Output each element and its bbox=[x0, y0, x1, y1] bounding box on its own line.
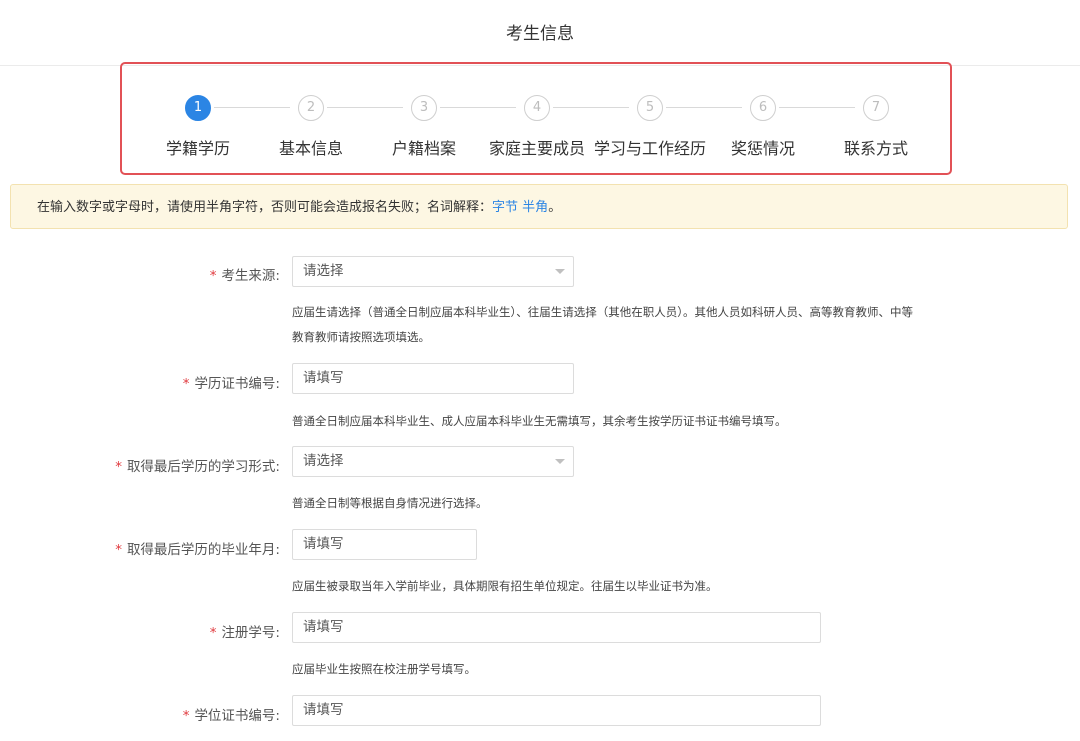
cert-no-label: * 学历证书编号: bbox=[183, 372, 280, 392]
select-placeholder: 请选择 bbox=[303, 453, 344, 469]
required-mark: * bbox=[115, 459, 122, 475]
step-number: 1 bbox=[185, 95, 211, 121]
link-half-width[interactable]: 半角 bbox=[522, 200, 548, 215]
study-form-select[interactable]: 请选择 bbox=[292, 446, 574, 477]
step-label: 联系方式 bbox=[843, 139, 908, 158]
chevron-down-icon bbox=[555, 269, 565, 274]
step-label: 基本信息 bbox=[278, 139, 343, 158]
reg-no-input[interactable]: 请填写 bbox=[292, 612, 821, 643]
label-text: 学位证书编号: bbox=[194, 708, 280, 724]
step-label: 奖惩情况 bbox=[730, 139, 795, 158]
source-hint-line2: 教育教师请按照选项填选。 bbox=[292, 330, 430, 344]
step-3[interactable]: 3 户籍档案 bbox=[364, 64, 484, 174]
grad-date-label: * 取得最后学历的毕业年月: bbox=[115, 538, 280, 558]
step-6[interactable]: 6 奖惩情况 bbox=[703, 64, 823, 174]
notice-end: 。 bbox=[548, 200, 562, 215]
required-mark: * bbox=[209, 268, 217, 284]
grad-date-input[interactable]: 请填写 bbox=[292, 529, 477, 560]
cert-no-input[interactable]: 请填写 bbox=[292, 363, 574, 394]
step-number: 5 bbox=[637, 95, 663, 121]
link-byte[interactable]: 字节 bbox=[492, 200, 518, 215]
step-number: 7 bbox=[863, 95, 889, 121]
step-label: 户籍档案 bbox=[391, 139, 456, 158]
degree-no-label: * 学位证书编号: bbox=[183, 704, 280, 724]
input-placeholder: 请填写 bbox=[303, 370, 344, 386]
reg-no-label: * 注册学号: bbox=[210, 621, 280, 641]
label-text: 取得最后学历的学习形式: bbox=[126, 459, 280, 475]
step-1[interactable]: 1 学籍学历 bbox=[138, 64, 258, 174]
step-number: 4 bbox=[524, 95, 550, 121]
page-title: 考生信息 bbox=[506, 24, 574, 44]
step-number: 2 bbox=[298, 95, 324, 121]
study-form-hint: 普通全日制等根据自身情况进行选择。 bbox=[292, 496, 488, 510]
step-label: 学习与工作经历 bbox=[593, 139, 706, 158]
input-placeholder: 请填写 bbox=[303, 619, 344, 635]
step-7[interactable]: 7 联系方式 bbox=[816, 64, 936, 174]
source-select[interactable]: 请选择 bbox=[292, 256, 574, 287]
input-placeholder: 请填写 bbox=[303, 702, 344, 718]
grad-date-hint: 应届生被录取当年入学前毕业，具体期限有招生单位规定。往届生以毕业证书为准。 bbox=[292, 579, 718, 593]
cert-no-hint: 普通全日制应届本科毕业生、成人应届本科毕业生无需填写，其余考生按学历证书证书编号… bbox=[292, 414, 787, 428]
required-mark: * bbox=[115, 542, 122, 558]
degree-no-input[interactable]: 请填写 bbox=[292, 695, 821, 726]
input-placeholder: 请填写 bbox=[303, 536, 344, 552]
required-mark: * bbox=[182, 708, 190, 724]
step-label: 家庭主要成员 bbox=[488, 139, 585, 158]
required-mark: * bbox=[209, 625, 217, 641]
required-mark: * bbox=[182, 376, 190, 392]
notice-text: 在输入数字或字母时，请使用半角字符，否则可能会造成报名失败；名词解释： bbox=[37, 200, 493, 215]
study-form-label: * 取得最后学历的学习形式: bbox=[115, 455, 280, 475]
step-5[interactable]: 5 学习与工作经历 bbox=[590, 64, 710, 174]
step-progress: 1 学籍学历 2 基本信息 3 户籍档案 4 家庭主要成员 5 学习与工作经历 … bbox=[120, 62, 952, 175]
label-text: 注册学号: bbox=[221, 625, 280, 641]
source-label: * 考生来源: bbox=[210, 264, 280, 284]
label-text: 考生来源: bbox=[221, 268, 280, 284]
step-label: 学籍学历 bbox=[165, 139, 230, 158]
label-text: 学历证书编号: bbox=[194, 376, 280, 392]
step-number: 3 bbox=[411, 95, 437, 121]
step-number: 6 bbox=[750, 95, 776, 121]
source-hint-line1: 应届生请选择（普通全日制应届本科毕业生）、往届生请选择（其他在职人员）。其他人员… bbox=[292, 305, 913, 319]
chevron-down-icon bbox=[555, 459, 565, 464]
select-placeholder: 请选择 bbox=[303, 263, 344, 279]
step-4[interactable]: 4 家庭主要成员 bbox=[477, 64, 597, 174]
page-header: 考生信息 bbox=[0, 0, 1080, 66]
label-text: 取得最后学历的毕业年月: bbox=[126, 542, 280, 558]
step-2[interactable]: 2 基本信息 bbox=[251, 64, 371, 174]
notice-banner: 在输入数字或字母时，请使用半角字符，否则可能会造成报名失败；名词解释：字节 半角… bbox=[10, 184, 1068, 229]
reg-no-hint: 应届毕业生按照在校注册学号填写。 bbox=[292, 662, 476, 676]
